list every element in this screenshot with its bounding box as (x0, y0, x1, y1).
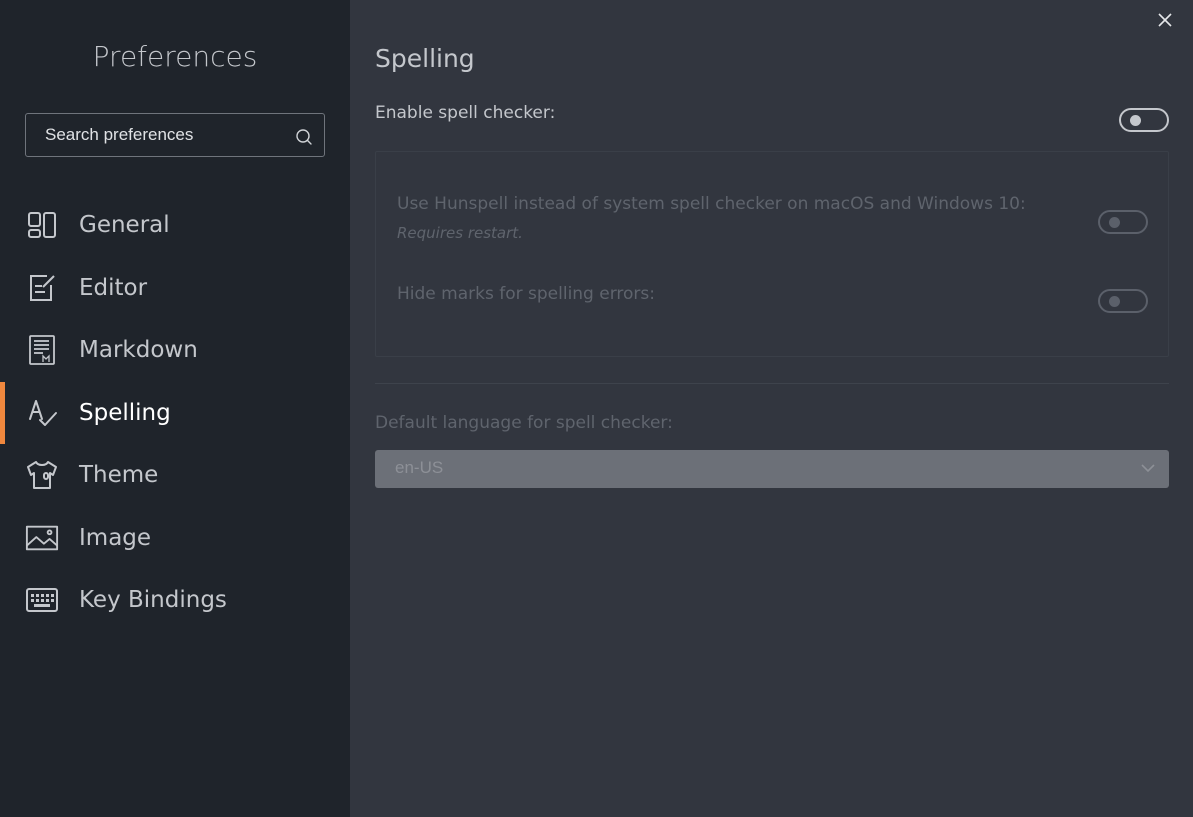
editor-icon (25, 271, 59, 305)
sidebar-item-image[interactable]: Image (0, 507, 350, 570)
sidebar-item-label: Editor (79, 274, 148, 301)
sidebar-item-label: Spelling (79, 399, 171, 426)
page-title: Spelling (375, 44, 475, 73)
toggle-knob (1109, 217, 1120, 228)
sidebar-item-label: Theme (79, 462, 159, 489)
sidebar-item-spelling[interactable]: Spelling (0, 381, 350, 445)
enable-spell-checker-toggle[interactable] (1119, 108, 1169, 132)
use-hunspell-toggle[interactable] (1098, 210, 1148, 234)
hide-marks-toggle[interactable] (1098, 289, 1148, 313)
sidebar-item-label: Markdown (79, 337, 198, 364)
nav-list: General Editor Markdown Spelling Theme I… (0, 194, 350, 632)
sidebar-item-general[interactable]: General (0, 194, 350, 257)
search-input[interactable] (26, 114, 324, 156)
sidebar-item-editor[interactable]: Editor (0, 257, 350, 320)
use-hunspell-text: Use Hunspell instead of system spell che… (397, 194, 1026, 214)
enable-spell-checker-label: Enable spell checker: (375, 103, 556, 123)
use-hunspell-label: Use Hunspell instead of system spell che… (397, 190, 1077, 248)
hide-marks-label: Hide marks for spelling errors: (397, 284, 655, 304)
search-box (25, 113, 325, 157)
sidebar-item-label: Key Bindings (79, 587, 227, 614)
toggle-knob (1109, 296, 1120, 307)
requires-restart-note: Requires restart. (397, 224, 523, 242)
theme-icon (25, 458, 59, 492)
sidebar-title: Preferences (92, 40, 258, 73)
sidebar: Preferences General (0, 0, 350, 817)
default-language-select[interactable]: en-US (375, 450, 1169, 488)
search-icon[interactable] (295, 128, 313, 146)
markdown-icon (25, 333, 59, 367)
spell-checker-options-panel: Use Hunspell instead of system spell che… (375, 151, 1169, 357)
sidebar-item-theme[interactable]: Theme (0, 444, 350, 507)
default-language-value: en-US (395, 458, 444, 477)
image-icon (25, 521, 59, 555)
sidebar-item-label: General (79, 212, 170, 239)
close-icon[interactable] (1155, 10, 1175, 30)
spelling-icon (25, 396, 59, 430)
sidebar-item-label: Image (79, 524, 152, 551)
sidebar-item-markdown[interactable]: Markdown (0, 319, 350, 382)
divider (375, 383, 1169, 384)
general-icon (25, 208, 59, 242)
chevron-down-icon (1141, 464, 1155, 473)
toggle-knob (1130, 115, 1141, 126)
default-language-label: Default language for spell checker: (375, 413, 673, 433)
sidebar-item-key-bindings[interactable]: Key Bindings (0, 569, 350, 632)
keyboard-icon (25, 583, 59, 617)
